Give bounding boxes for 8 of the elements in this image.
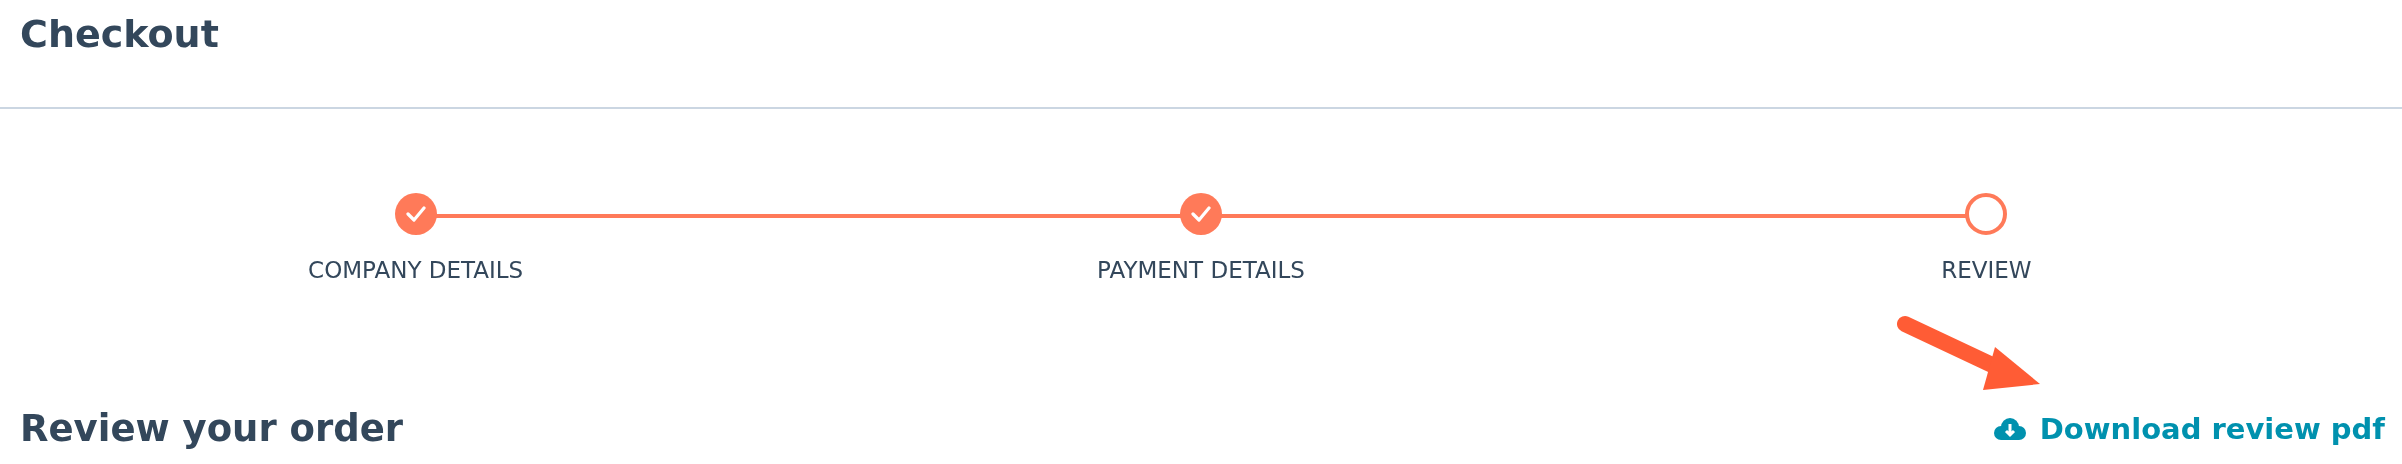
section-title: Review your order <box>20 407 404 450</box>
step-label: COMPANY DETAILS <box>308 257 524 283</box>
page-title: Checkout <box>20 12 219 56</box>
arrow-icon <box>1897 316 2040 390</box>
step-label: REVIEW <box>1941 257 2032 283</box>
step-label: PAYMENT DETAILS <box>1097 257 1305 283</box>
download-link[interactable]: Download review pdf <box>1993 411 2385 446</box>
cloud-download-icon <box>1993 417 2026 440</box>
